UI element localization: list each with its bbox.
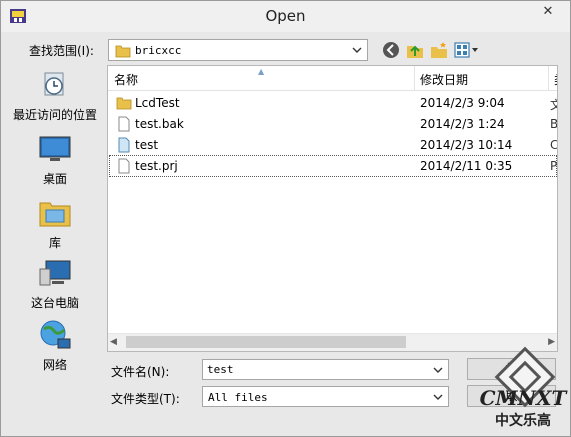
look-in-dropdown[interactable]: bricxcc xyxy=(108,39,368,61)
filetype-label: 文件类型(T): xyxy=(111,392,180,406)
file-type: B xyxy=(550,117,558,131)
chevron-down-icon[interactable] xyxy=(350,43,364,57)
libraries-icon xyxy=(39,202,71,227)
view-menu-icon[interactable] xyxy=(453,40,481,60)
column-type[interactable]: 类 xyxy=(554,71,557,88)
places-bar: 最近访问的位置 桌面 库 这台电脑 网络 xyxy=(7,65,103,372)
list-item[interactable]: test.bak 2014/2/3 1:24 B xyxy=(110,114,558,134)
file-date: 2014/2/3 10:14 xyxy=(420,138,513,152)
file-name: test.bak xyxy=(135,117,184,131)
this-pc-icon xyxy=(39,260,71,286)
recent-places-icon xyxy=(44,72,64,96)
file-date: 2014/2/3 1:24 xyxy=(420,117,505,131)
place-label: 桌面 xyxy=(42,172,67,186)
place-label: 网络 xyxy=(42,358,67,372)
open-dialog: Open ✕ 查找范围(I): bricxcc 最近访问的位置 桌面 库 这台电… xyxy=(0,0,571,437)
desktop-icon xyxy=(39,136,71,161)
list-item[interactable]: test.prj 2014/2/11 0:35 P xyxy=(109,155,558,177)
close-button[interactable]: ✕ xyxy=(532,2,564,22)
column-header: ▲ 名称 修改日期 类 xyxy=(108,66,557,91)
filetype-value: All files xyxy=(208,391,268,404)
network-icon xyxy=(40,320,71,349)
window-title: Open xyxy=(265,7,306,25)
close-icon: ✕ xyxy=(542,4,554,19)
file-type: P xyxy=(550,159,558,173)
column-name[interactable]: 名称 xyxy=(114,71,138,88)
place-label: 最近访问的位置 xyxy=(12,108,97,122)
place-label: 这台电脑 xyxy=(30,296,79,310)
place-network[interactable]: 网络 xyxy=(7,319,103,373)
chevron-down-icon[interactable] xyxy=(431,390,445,404)
file-name: test.prj xyxy=(135,159,178,173)
logo-subtext: 中文乐高 xyxy=(495,412,551,429)
folder-icon xyxy=(116,97,132,110)
cmnxt-watermark-logo: CMNXT 中文乐高 xyxy=(480,346,569,429)
filetype-dropdown[interactable]: All files xyxy=(202,386,449,407)
filename-label: 文件名(N): xyxy=(111,365,170,379)
place-libraries[interactable]: 库 xyxy=(7,197,103,251)
chevron-down-icon[interactable] xyxy=(431,363,445,377)
title-bar: Open ✕ xyxy=(1,1,570,32)
file-icon xyxy=(118,158,130,174)
look-in-label: 查找范围(I): xyxy=(29,44,94,58)
list-item[interactable]: test 2014/2/3 10:14 C xyxy=(110,135,558,155)
file-type: C xyxy=(550,138,558,152)
filename-field[interactable] xyxy=(202,359,449,380)
column-date[interactable]: 修改日期 xyxy=(420,71,468,88)
back-icon[interactable] xyxy=(381,40,401,60)
file-blue-icon xyxy=(118,137,130,153)
folder-icon xyxy=(115,45,131,58)
up-folder-icon[interactable] xyxy=(405,40,425,60)
file-name: test xyxy=(135,138,159,152)
place-this-pc[interactable]: 这台电脑 xyxy=(7,259,103,311)
place-recent[interactable]: 最近访问的位置 xyxy=(7,69,103,123)
filename-input[interactable] xyxy=(207,361,427,378)
scroll-thumb[interactable] xyxy=(126,336,406,348)
place-label: 库 xyxy=(48,236,61,250)
place-desktop[interactable]: 桌面 xyxy=(7,135,103,187)
file-date: 2014/2/11 0:35 xyxy=(420,159,513,173)
logo-text: CMNXT xyxy=(480,386,569,410)
look-in-value: bricxcc xyxy=(135,44,182,57)
list-item[interactable]: LcdTest 2014/2/3 9:04 文 xyxy=(110,93,557,113)
new-folder-icon[interactable] xyxy=(429,40,449,60)
file-date: 2014/2/3 9:04 xyxy=(420,96,505,110)
scroll-left-icon[interactable]: ◀ xyxy=(110,337,117,347)
file-list[interactable]: ▲ 名称 修改日期 类 LcdTest 2014/2/3 9:04 文 test… xyxy=(107,65,558,352)
sort-arrow-icon: ▲ xyxy=(258,67,265,76)
file-name: LcdTest xyxy=(135,96,180,110)
file-type: 文 xyxy=(550,96,557,113)
file-icon xyxy=(118,116,130,132)
